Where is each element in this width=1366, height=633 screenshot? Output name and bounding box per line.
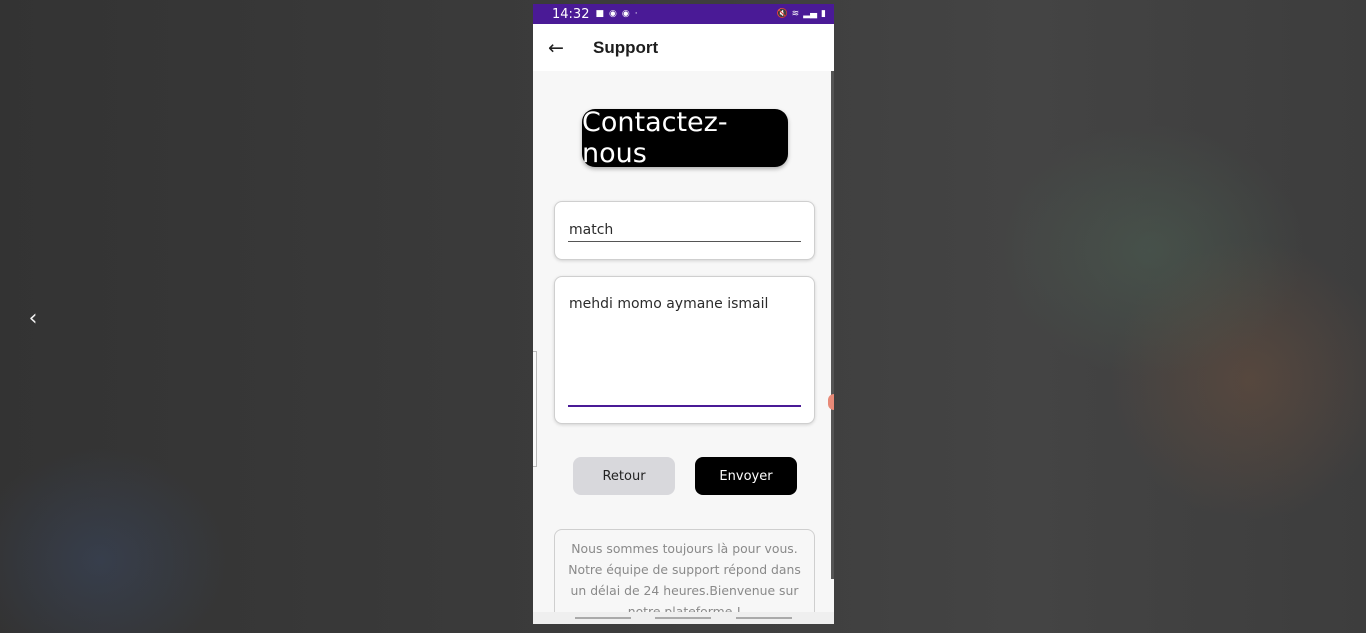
message-field[interactable]: mehdi momo aymane ismail — [554, 276, 815, 424]
status-bar: 14:32 ■ ◉ ◉ · 🔇 ≋ ▂▄ ▮ — [533, 4, 834, 24]
status-time: 14:32 — [552, 6, 590, 22]
signal-icon: ▂▄ — [803, 9, 818, 19]
page-title: Support — [593, 37, 659, 57]
subject-field[interactable]: match — [554, 201, 815, 260]
battery-icon: ▮ — [821, 9, 826, 19]
dot-icon: · — [634, 9, 638, 19]
scrollbar[interactable] — [831, 71, 834, 579]
side-panel-edge — [533, 351, 537, 467]
subject-input[interactable]: match — [569, 222, 613, 238]
floating-handle[interactable] — [828, 394, 834, 410]
app-bar: ← Support — [533, 24, 834, 71]
contact-heading: Contactez-nous — [582, 107, 788, 169]
notification-icon: ◉ — [621, 9, 630, 19]
chevron-left-icon[interactable]: ‹ — [22, 306, 44, 332]
subject-underline — [568, 241, 801, 242]
status-right-icons: 🔇 ≋ ▂▄ ▮ — [776, 9, 826, 19]
message-underline — [568, 405, 801, 407]
video-icon: ■ — [595, 9, 604, 19]
support-info-text: Nous sommes toujours là pour vous. Notre… — [568, 541, 801, 619]
support-info-box: Nous sommes toujours là pour vous. Notre… — [554, 529, 815, 624]
support-form: Contactez-nous match mehdi momo aymane i… — [533, 71, 834, 624]
retour-button[interactable]: Retour — [573, 457, 675, 495]
notification-icon: ◉ — [608, 9, 617, 19]
wifi-icon: ≋ — [791, 9, 800, 19]
arrow-left-icon[interactable]: ← — [546, 38, 566, 58]
nav-back-icon[interactable] — [735, 617, 792, 619]
phone-screen: 14:32 ■ ◉ ◉ · 🔇 ≋ ▂▄ ▮ ← Support Contact… — [533, 4, 834, 624]
nav-recent-icon[interactable] — [575, 617, 632, 619]
nav-home-icon[interactable] — [655, 617, 712, 619]
envoyer-button[interactable]: Envoyer — [695, 457, 797, 495]
message-input[interactable]: mehdi momo aymane ismail — [569, 296, 768, 312]
mute-icon: 🔇 — [776, 9, 788, 19]
system-nav-bar — [533, 612, 834, 624]
status-left-icons: ■ ◉ ◉ · — [595, 9, 637, 19]
